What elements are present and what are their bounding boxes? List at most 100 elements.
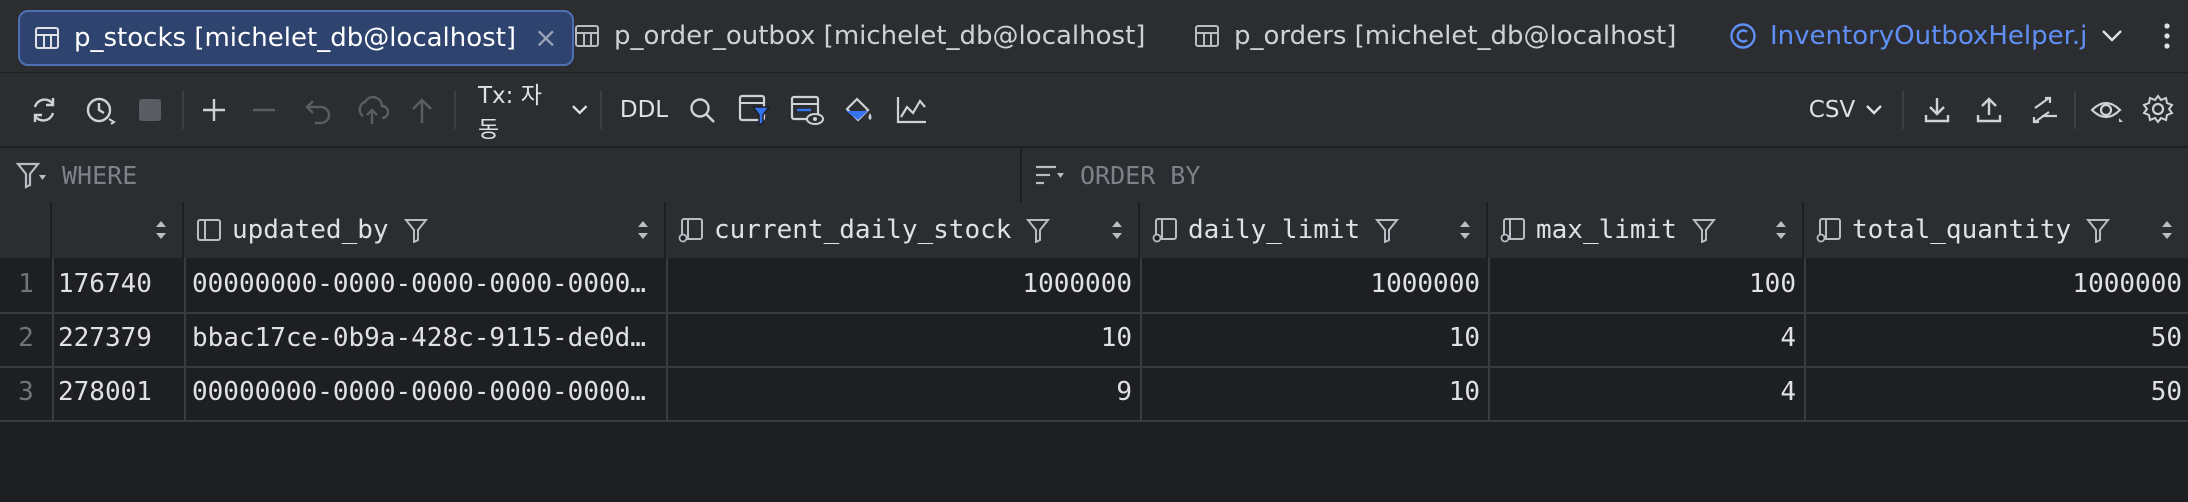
grid-line [1140,258,1142,422]
sort-arrows-icon [1776,221,1786,239]
preview-icon[interactable] [786,87,828,133]
table-cell[interactable]: 00000000-0000-0000-0000-0000… [192,258,662,310]
transaction-mode-label: Tx: 자동 [478,83,542,143]
table-cell[interactable]: 00000000-0000-0000-0000-0000… [192,366,662,418]
chevron-down-icon [1866,105,1883,115]
download-icon[interactable] [1918,87,1956,133]
toolbar-separator [454,91,456,129]
table-icon [1192,21,1222,51]
search-icon[interactable] [684,87,720,133]
table-cell[interactable]: 50 [1804,312,2186,364]
column-header-max-limit[interactable]: max_limit [1488,202,1804,258]
tab-inventory-outbox-helper[interactable]: InventoryOutboxHelper.j [1728,10,2087,62]
tab-p-order-outbox[interactable]: p_order_outbox [michelet_db@localhost] [572,10,1145,62]
tab-label: p_stocks [michelet_db@localhost] [74,23,517,53]
where-filter[interactable]: WHERE [16,148,137,202]
tab-label: p_orders [michelet_db@localhost] [1234,21,1677,51]
compare-icon[interactable] [2022,87,2062,133]
column-header-id[interactable] [52,202,184,258]
table-cell[interactable]: 9 [666,366,1136,418]
revert-icon[interactable] [300,87,336,133]
filter-icon [1375,219,1400,243]
grid-line [666,258,668,422]
filter-icon [1026,219,1051,243]
row-number-header [0,202,52,258]
close-icon[interactable]: × [534,24,557,52]
chevron-down-icon[interactable] [2092,16,2132,56]
filter-icon [16,162,46,189]
toolbar-separator [1902,91,1904,129]
stop-icon[interactable] [132,87,168,133]
view-options-icon[interactable] [2086,87,2128,133]
grid-line [1804,258,1806,422]
chart-icon[interactable] [892,87,932,133]
tab-label: InventoryOutboxHelper.j [1770,21,2088,51]
table-row[interactable]: 2 227379 bbac17ce-0b9a-428c-9115-de0d… 1… [0,312,2188,368]
table-cell[interactable]: 10 [666,312,1136,364]
sort-arrows-icon [638,221,648,239]
table-cell[interactable]: 4 [1488,366,1800,418]
table-row[interactable]: 1 176740 00000000-0000-0000-0000-0000… 1… [0,258,2188,314]
row-number: 2 [18,323,34,353]
table-cell[interactable]: 10 [1140,366,1484,418]
column-header-total-quantity[interactable]: total_quantity [1804,202,2188,258]
filter-view-icon[interactable] [734,87,776,133]
grid-line [1488,258,1490,422]
order-by-filter[interactable]: ORDER BY [1034,148,1200,202]
ddl-button[interactable]: DDL [618,87,670,133]
add-row-icon[interactable] [196,87,232,133]
refresh-icon[interactable] [24,87,64,133]
toolbar-separator [2074,91,2076,129]
transaction-mode-dropdown[interactable]: Tx: 자동 [478,83,588,143]
table-cell[interactable]: 1000000 [666,258,1136,310]
toolbar-separator [182,91,184,129]
column-icon [197,219,221,241]
tab-p-stocks[interactable]: p_stocks [michelet_db@localhost] × [18,10,574,66]
table-cell[interactable]: 100 [1488,258,1800,310]
editor-tab-bar: p_stocks [michelet_db@localhost] × p_ord… [0,0,2188,72]
data-editor-toolbar: Tx: 자동 DDL CSV [0,72,2188,146]
row-number: 3 [18,377,34,407]
column-header-current-daily-stock[interactable]: current_daily_stock [666,202,1140,258]
sort-arrows-icon [156,221,166,239]
java-class-icon [1728,21,1758,51]
filter-icon [403,219,428,243]
table-cell[interactable]: 1000000 [1140,258,1484,310]
table-cell[interactable]: 176740 [58,258,184,310]
order-by-placeholder: ORDER BY [1080,160,1201,190]
history-icon[interactable] [78,87,122,133]
grid-line [184,258,186,422]
toolbar-separator [600,91,602,129]
row-number: 1 [18,269,34,299]
filter-icon [2086,219,2111,243]
column-key-icon [1500,218,1525,243]
paint-bucket-icon[interactable] [838,87,880,133]
delete-row-icon[interactable] [246,87,282,133]
column-key-icon [1152,218,1177,243]
filter-icon [1691,219,1716,243]
grid-line [52,258,54,422]
export-format-dropdown[interactable]: CSV [1806,87,1886,133]
table-icon [32,23,62,53]
table-cell[interactable]: 1000000 [1804,258,2186,310]
table-cell[interactable]: 227379 [58,312,184,364]
table-cell[interactable]: 278001 [58,366,184,418]
sort-arrows-icon [1460,221,1470,239]
column-key-icon [1816,218,1841,243]
column-header-updated-by[interactable]: updated_by [184,202,666,258]
table-cell[interactable]: bbac17ce-0b9a-428c-9115-de0d… [192,312,662,364]
upload-icon[interactable] [1970,87,2008,133]
table-cell[interactable]: 4 [1488,312,1800,364]
table-cell[interactable]: 10 [1140,312,1484,364]
table-cell[interactable]: 50 [1804,366,2186,418]
gear-icon[interactable] [2138,87,2180,133]
submit-icon[interactable] [352,87,392,133]
more-vertical-icon[interactable] [2152,16,2182,56]
table-row[interactable]: 3 278001 00000000-0000-0000-0000-0000… 9… [0,366,2188,422]
sort-arrows-icon [1112,221,1122,239]
push-icon[interactable] [404,87,440,133]
result-grid: updated_by current_daily_stock daily_lim… [0,202,2188,502]
column-header-daily-limit[interactable]: daily_limit [1140,202,1488,258]
tab-label: p_order_outbox [michelet_db@localhost] [614,21,1146,51]
tab-p-orders[interactable]: p_orders [michelet_db@localhost] [1192,10,1676,62]
